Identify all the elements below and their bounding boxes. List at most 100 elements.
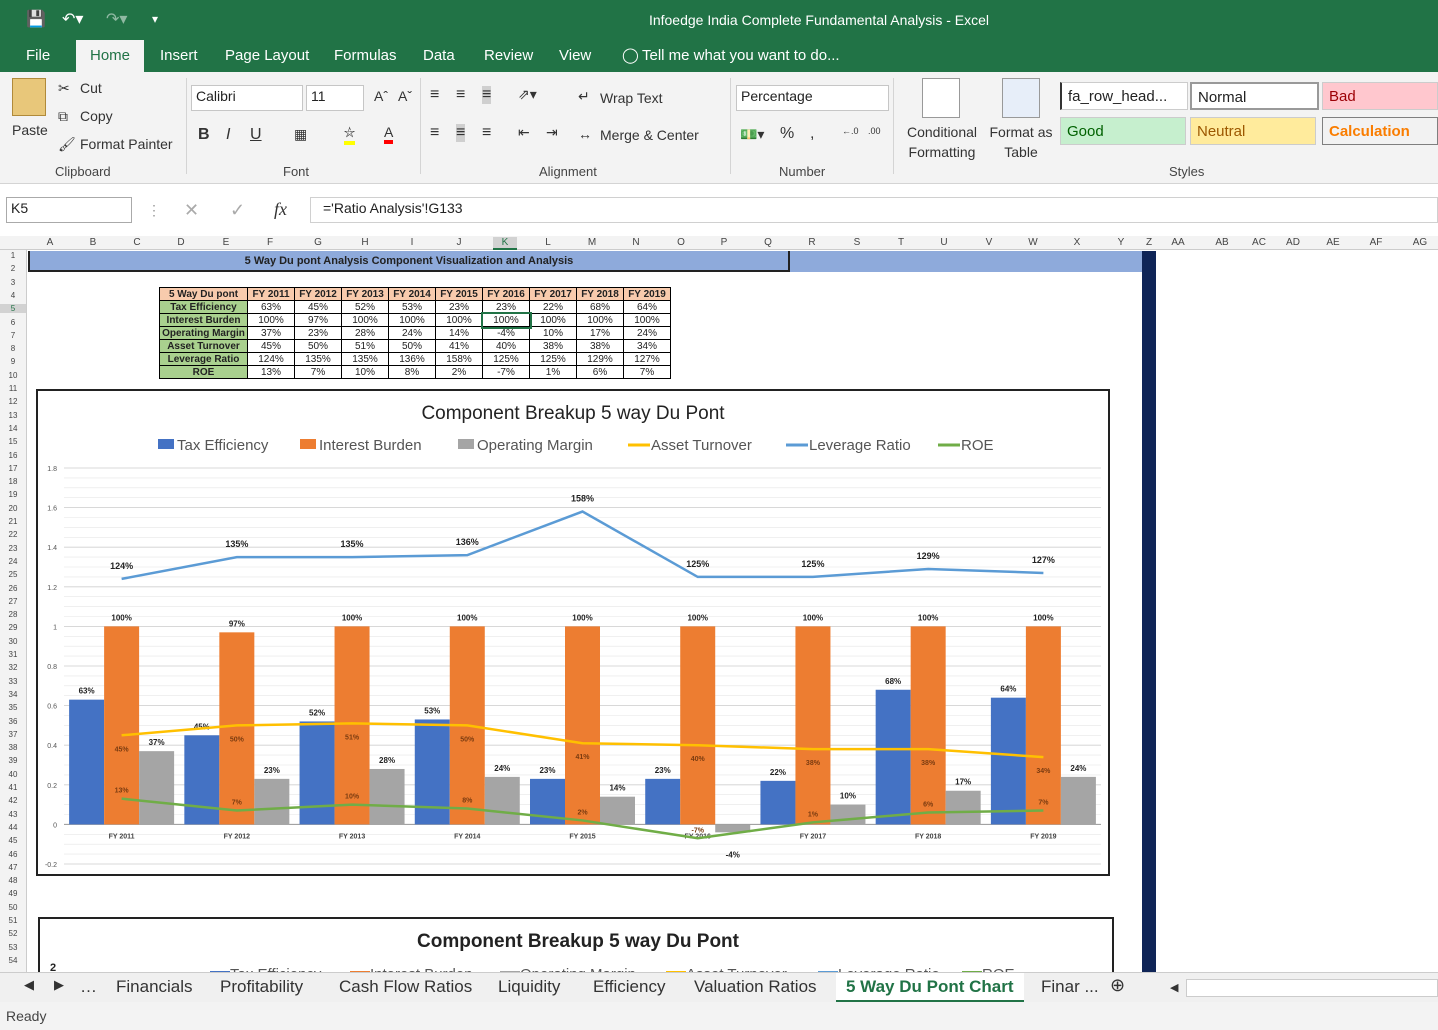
row-header[interactable]: 40	[0, 770, 26, 779]
table-cell[interactable]: 135%	[341, 352, 389, 366]
table-cell[interactable]: 45%	[247, 339, 295, 353]
add-sheet-icon[interactable]: ⊕	[1110, 975, 1125, 996]
table-cell[interactable]: 100%	[388, 313, 436, 327]
decrease-font-icon[interactable]: Aˇ	[398, 88, 412, 104]
table-cell[interactable]: 125%	[529, 352, 577, 366]
column-header-x[interactable]: X	[1065, 237, 1089, 248]
row-header[interactable]: 46	[0, 850, 26, 859]
table-header-cell[interactable]: FY 2018	[576, 287, 624, 301]
row-header[interactable]: 8	[0, 344, 26, 353]
copy-button[interactable]: Copy	[80, 108, 113, 124]
table-header-cell[interactable]: FY 2019	[623, 287, 671, 301]
table-cell[interactable]: 10%	[529, 326, 577, 340]
table-cell[interactable]: 100%	[623, 313, 671, 327]
table-cell[interactable]: 124%	[247, 352, 295, 366]
column-header-s[interactable]: S	[845, 237, 869, 248]
column-header-ab[interactable]: AB	[1210, 237, 1234, 248]
dupont-table[interactable]: 5 Way Du pont FY 2011 FY 2012 FY 2013 FY 201…	[159, 287, 671, 379]
row-header[interactable]: 4	[0, 291, 26, 300]
table-cell[interactable]: 135%	[294, 352, 342, 366]
row-header[interactable]: 15	[0, 437, 26, 446]
row-label[interactable]: Interest Burden	[159, 313, 248, 327]
row-header[interactable]: 38	[0, 743, 26, 752]
table-cell[interactable]: 100%	[480, 311, 532, 329]
column-header-t[interactable]: T	[889, 237, 913, 248]
table-cell[interactable]: 51%	[341, 339, 389, 353]
table-cell[interactable]: -7%	[482, 365, 530, 379]
row-header[interactable]: 42	[0, 796, 26, 805]
row-header[interactable]: 31	[0, 650, 26, 659]
row-header[interactable]: 41	[0, 783, 26, 792]
row-label[interactable]: Leverage Ratio	[159, 352, 248, 366]
column-header-n[interactable]: N	[624, 237, 648, 248]
table-cell[interactable]: 40%	[482, 339, 530, 353]
column-header-k[interactable]: K	[493, 237, 517, 250]
column-header-g[interactable]: G	[306, 237, 330, 248]
table-header-cell[interactable]: FY 2016	[482, 287, 530, 301]
table-cell[interactable]: -4%	[482, 326, 530, 340]
table-cell[interactable]: 7%	[294, 365, 342, 379]
column-header-w[interactable]: W	[1021, 237, 1045, 248]
style-calculation[interactable]: Calculation	[1322, 117, 1438, 145]
table-cell[interactable]: 13%	[247, 365, 295, 379]
row-header[interactable]: 27	[0, 597, 26, 606]
comma-style-button[interactable]: ,	[810, 125, 814, 143]
row-header[interactable]: 32	[0, 663, 26, 672]
row-header[interactable]: 19	[0, 490, 26, 499]
row-header[interactable]: 12	[0, 397, 26, 406]
column-header-d[interactable]: D	[169, 237, 193, 248]
table-cell[interactable]: 10%	[341, 365, 389, 379]
column-header-af[interactable]: AF	[1364, 237, 1388, 248]
row-header[interactable]: 35	[0, 703, 26, 712]
table-cell[interactable]: 136%	[388, 352, 436, 366]
row-header[interactable]: 51	[0, 916, 26, 925]
format-painter-button[interactable]: Format Painter	[80, 136, 173, 152]
table-cell[interactable]: 23%	[435, 300, 483, 314]
column-header-j[interactable]: J	[447, 237, 471, 248]
column-header-aa[interactable]: AA	[1166, 237, 1190, 248]
font-color-icon[interactable]: A	[384, 124, 394, 144]
row-header[interactable]: 52	[0, 929, 26, 938]
insert-function-button[interactable]: fx	[274, 199, 287, 220]
decrease-indent-icon[interactable]: ⇤	[518, 124, 530, 141]
row-header[interactable]: 7	[0, 331, 26, 340]
column-header-r[interactable]: R	[800, 237, 824, 248]
tab-formulas[interactable]: Formulas	[332, 40, 399, 72]
row-header[interactable]: 3	[0, 278, 26, 287]
row-header[interactable]: 28	[0, 610, 26, 619]
wrap-text-button[interactable]: Wrap Text	[600, 90, 663, 106]
table-cell[interactable]: 100%	[435, 313, 483, 327]
row-header[interactable]: 6	[0, 318, 26, 327]
merge-center-button[interactable]: Merge & Center	[600, 127, 699, 143]
more-sheets-icon[interactable]: …	[80, 977, 97, 997]
table-header-cell[interactable]: 5 Way Du pont	[159, 287, 248, 301]
table-cell[interactable]: 17%	[576, 326, 624, 340]
column-header-e[interactable]: E	[214, 237, 238, 248]
row-header[interactable]: 23	[0, 544, 26, 553]
orientation-icon[interactable]: ⇗▾	[518, 86, 537, 103]
row-label[interactable]: Tax Efficiency	[159, 300, 248, 314]
tab-review[interactable]: Review	[482, 40, 535, 72]
underline-button[interactable]: U	[250, 126, 262, 144]
style-bad[interactable]: Bad	[1322, 82, 1438, 110]
table-cell[interactable]: 6%	[576, 365, 624, 379]
conditional-formatting-button[interactable]: Conditional Formatting	[902, 122, 982, 162]
table-cell[interactable]: 63%	[247, 300, 295, 314]
sheet-tab-efficiency[interactable]: Efficiency	[593, 977, 665, 997]
row-header[interactable]: 44	[0, 823, 26, 832]
table-header-cell[interactable]: FY 2012	[294, 287, 342, 301]
decrease-decimal-icon[interactable]: .00	[868, 126, 881, 136]
row-header[interactable]: 39	[0, 756, 26, 765]
column-header-z[interactable]: Z	[1137, 237, 1161, 248]
align-middle-icon[interactable]: ≡	[456, 86, 465, 104]
chart-component-breakup-2[interactable]: Component Breakup 5 way Du Pont 2 Tax Effi…	[38, 917, 1114, 977]
style-normal[interactable]: Normal	[1190, 82, 1319, 110]
sheet-tab-liquidity[interactable]: Liquidity	[498, 977, 560, 997]
horizontal-scrollbar[interactable]	[1186, 979, 1438, 997]
row-header[interactable]: 37	[0, 730, 26, 739]
row-header[interactable]: 30	[0, 637, 26, 646]
row-header[interactable]: 1	[0, 251, 26, 260]
table-cell[interactable]: 34%	[623, 339, 671, 353]
accounting-format-icon[interactable]: 💵▾	[740, 126, 764, 143]
row-header[interactable]: 24	[0, 557, 26, 566]
